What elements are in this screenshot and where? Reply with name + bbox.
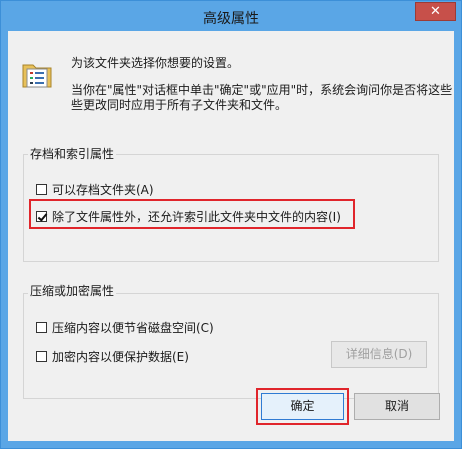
dialog-window: 高级属性 ✕ 为该文件夹选择你想要的设置。 当你在"属性"对话框中单击"确定"或… <box>0 0 462 449</box>
index-content-checkbox[interactable] <box>36 211 47 222</box>
dialog-title: 高级属性 <box>203 11 259 27</box>
close-icon: ✕ <box>430 4 441 19</box>
archive-folder-option[interactable]: 可以存档文件夹(A) <box>36 181 154 198</box>
details-button[interactable]: 详细信息(D) <box>331 341 427 368</box>
cancel-button[interactable]: 取消 <box>354 393 440 420</box>
close-button[interactable]: ✕ <box>415 2 456 21</box>
ok-button[interactable]: 确定 <box>261 393 344 420</box>
archive-folder-checkbox[interactable] <box>36 184 47 195</box>
compress-option[interactable]: 压缩内容以便节省磁盘空间(C) <box>36 319 214 336</box>
compress-encrypt-group-label: 压缩或加密属性 <box>28 282 117 299</box>
encrypt-checkbox[interactable] <box>36 351 47 362</box>
encrypt-option[interactable]: 加密内容以便保护数据(E) <box>36 348 189 365</box>
index-content-option[interactable]: 除了文件属性外，还允许索引此文件夹中文件的内容(I) <box>36 208 341 225</box>
archive-index-group-label: 存档和索引属性 <box>28 145 117 162</box>
compress-label: 压缩内容以便节省磁盘空间(C) <box>52 321 214 335</box>
compress-checkbox[interactable] <box>36 322 47 333</box>
description-line-1: 为该文件夹选择你想要的设置。 <box>71 56 240 70</box>
archive-folder-label: 可以存档文件夹(A) <box>52 183 154 197</box>
description-line-3: 些更改同时应用于所有子文件夹和文件。 <box>71 98 288 112</box>
title-bar[interactable]: 高级属性 ✕ <box>1 1 461 31</box>
dialog-body: 为该文件夹选择你想要的设置。 当你在"属性"对话框中单击"确定"或"应用"时，系… <box>8 31 454 441</box>
index-content-label: 除了文件属性外，还允许索引此文件夹中文件的内容(I) <box>52 210 341 224</box>
folder-properties-icon <box>22 64 52 88</box>
encrypt-label: 加密内容以便保护数据(E) <box>52 350 189 364</box>
